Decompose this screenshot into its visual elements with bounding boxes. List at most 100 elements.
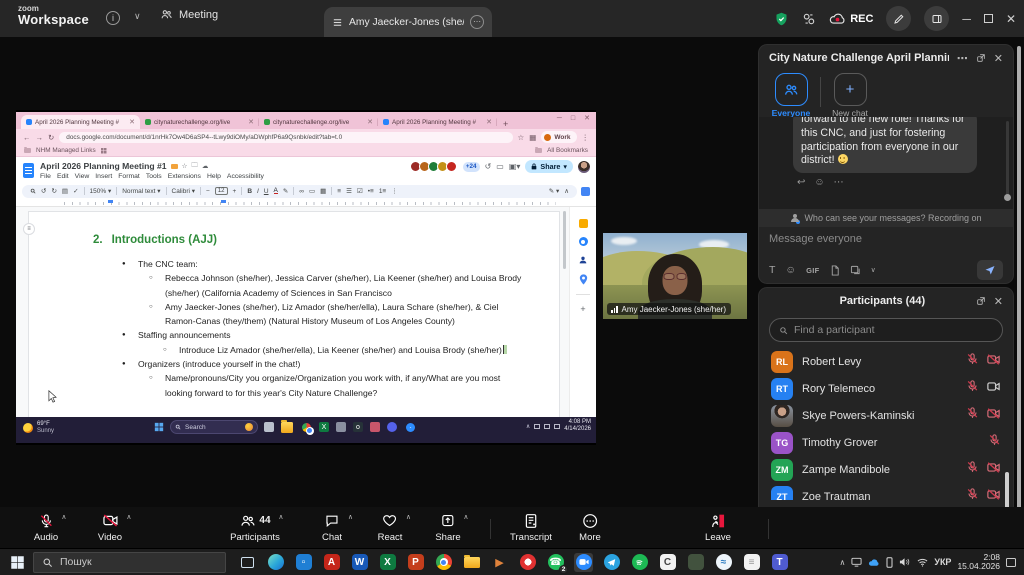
forward-icon[interactable]: → — [36, 133, 44, 142]
recording-indicator[interactable]: REC — [829, 12, 873, 25]
italic-button[interactable]: I — [257, 188, 259, 195]
docs-share-button[interactable]: Share ▾ — [525, 160, 573, 173]
file-explorer-icon[interactable] — [281, 421, 293, 433]
font-select[interactable]: Calibri ▾ — [172, 187, 196, 195]
address-input[interactable]: docs.google.com/document/d/1nrHk7Ow4D6aS… — [59, 132, 512, 143]
more-button[interactable]: More — [579, 512, 601, 543]
chat-button[interactable]: ∧ Chat — [322, 512, 342, 543]
annotate-button[interactable] — [886, 6, 911, 31]
speaker-icon[interactable] — [899, 557, 911, 567]
mic-muted-icon[interactable] — [966, 406, 979, 425]
chevron-down-icon[interactable]: ∨ — [134, 11, 141, 22]
print-icon[interactable]: ▤ — [62, 187, 68, 195]
mic-muted-icon[interactable] — [966, 379, 979, 398]
tray-expand-icon[interactable]: ∧ — [526, 423, 530, 430]
paired-devices-icon[interactable] — [802, 12, 816, 26]
chat-visibility-notice[interactable]: Who can see your messages? Recording on — [759, 209, 1013, 227]
spotify-icon[interactable] — [630, 553, 649, 572]
cast-icon[interactable] — [851, 557, 862, 567]
weather-widget[interactable]: 69°F Sunny — [23, 421, 54, 435]
add-addon-icon[interactable]: + — [580, 304, 585, 314]
participants-close-icon[interactable]: ✕ — [994, 295, 1003, 308]
participant-search-input[interactable]: Find a participant — [769, 318, 1003, 342]
discord-icon[interactable] — [387, 422, 397, 432]
mic-muted-icon[interactable] — [988, 433, 1001, 452]
tab-close-icon[interactable]: ✕ — [367, 118, 373, 126]
telegram-icon[interactable] — [602, 553, 621, 572]
chat-message-bubble[interactable]: forward to the new role! Thanks for this… — [793, 117, 977, 173]
menu-file[interactable]: File — [40, 173, 51, 180]
chat-popout-icon[interactable] — [976, 53, 986, 63]
mic-muted-icon[interactable] — [966, 487, 979, 500]
screenshot-icon[interactable] — [850, 265, 861, 275]
menu-view[interactable]: View — [75, 173, 90, 180]
participant-row[interactable]: ZMZampe Mandibole — [759, 456, 1013, 483]
participants-list[interactable]: RLRobert Levy RTRory Telemeco Skye Power… — [759, 348, 1013, 500]
start-button[interactable] — [154, 422, 164, 432]
checklist-icon[interactable]: ☑ — [357, 187, 363, 195]
mic-muted-icon[interactable] — [966, 460, 979, 479]
align-icon[interactable]: ≡ — [337, 188, 341, 195]
collaborator-overflow-badge[interactable]: +24 — [463, 162, 480, 172]
gif-icon[interactable]: GIF — [806, 266, 819, 275]
chat-more-icon[interactable]: ⋯ — [957, 52, 968, 65]
excel-icon[interactable]: X — [319, 422, 329, 432]
menu-edit[interactable]: Edit — [57, 173, 69, 180]
font-size-input[interactable]: 12 — [215, 187, 228, 195]
more-tools-icon[interactable]: ⋮ — [391, 187, 398, 195]
panel-scrollbar[interactable] — [1017, 46, 1021, 543]
snip-tool-icon[interactable] — [336, 422, 346, 432]
volume-tray-icon[interactable] — [554, 424, 560, 429]
doc-summary-icon[interactable]: ≡ — [23, 223, 35, 235]
reload-icon[interactable]: ↻ — [48, 133, 54, 142]
chrome-tab[interactable]: citynaturechallenge.org/live ✕ — [140, 115, 259, 129]
pointer-app-icon[interactable]: ▶ — [490, 553, 509, 572]
clock-app-icon[interactable]: o — [353, 422, 363, 432]
move-folder-icon[interactable]: 🗀︎ — [191, 161, 198, 172]
indent-marker[interactable] — [108, 200, 113, 203]
keep-icon[interactable] — [579, 219, 588, 228]
emoji-picker-icon[interactable]: ☺ — [785, 264, 796, 276]
new-tab-button[interactable]: + — [503, 119, 508, 129]
highlight-button[interactable]: ✎ — [283, 187, 288, 195]
chrome-profile-button[interactable]: Work — [541, 131, 576, 143]
teams-icon[interactable]: T — [770, 553, 789, 572]
font-size-increase[interactable]: + — [233, 188, 237, 195]
maps-icon[interactable] — [579, 274, 588, 285]
mic-tray-icon[interactable] — [534, 424, 540, 429]
react-button[interactable]: ∧ React — [378, 512, 403, 543]
start-button[interactable] — [10, 555, 25, 570]
mic-muted-icon[interactable] — [966, 352, 979, 371]
insert-link-icon[interactable]: ∞ — [299, 188, 304, 195]
participant-row[interactable]: RTRory Telemeco — [759, 375, 1013, 402]
widgets-icon[interactable] — [264, 422, 274, 432]
menu-tools[interactable]: Tools — [146, 173, 162, 180]
zoom-icon[interactable] — [404, 421, 416, 433]
google-docs-icon[interactable] — [23, 163, 34, 178]
tab-marker[interactable] — [221, 200, 226, 203]
zoom-select[interactable]: 150% ▾ — [90, 187, 112, 195]
contacts-icon[interactable] — [578, 255, 588, 265]
taskbar-search-input[interactable]: Пошук — [33, 552, 226, 573]
line-spacing-icon[interactable]: ☰ — [346, 187, 352, 195]
collaborator-avatar[interactable] — [446, 161, 457, 172]
doc-scrollbar[interactable] — [563, 211, 566, 269]
menu-insert[interactable]: Insert — [95, 173, 112, 180]
chat-scrollbar[interactable] — [1006, 121, 1009, 201]
spellcheck-icon[interactable]: ✓ — [73, 187, 78, 195]
tab-close-icon[interactable]: ✕ — [129, 118, 135, 126]
chrome-tab[interactable]: citynaturechallenge.org/live ✕ — [259, 115, 378, 129]
taskbar-clock[interactable]: 2:08 15.04.2026 — [957, 553, 1000, 572]
tab-shared-screen[interactable]: Amy Jaecker-Jones (she/her)'s scr ⋯ — [324, 7, 492, 37]
store-icon[interactable]: ▫ — [294, 553, 313, 572]
font-size-decrease[interactable]: − — [206, 188, 210, 195]
menu-extensions[interactable]: Extensions — [168, 173, 201, 180]
chrome-minimize-icon[interactable]: ─ — [557, 115, 562, 122]
apps-grid-icon[interactable] — [101, 148, 107, 154]
reply-icon[interactable]: ↩ — [797, 177, 805, 188]
format-text-icon[interactable]: T — [769, 264, 775, 276]
snap-app-icon[interactable] — [686, 553, 705, 572]
notification-center-icon[interactable] — [1006, 558, 1016, 567]
bookmark-star-icon[interactable]: ☆ — [518, 133, 525, 142]
chrome-tab[interactable]: April 2026 Planning Meeting # ✕ — [21, 115, 140, 129]
